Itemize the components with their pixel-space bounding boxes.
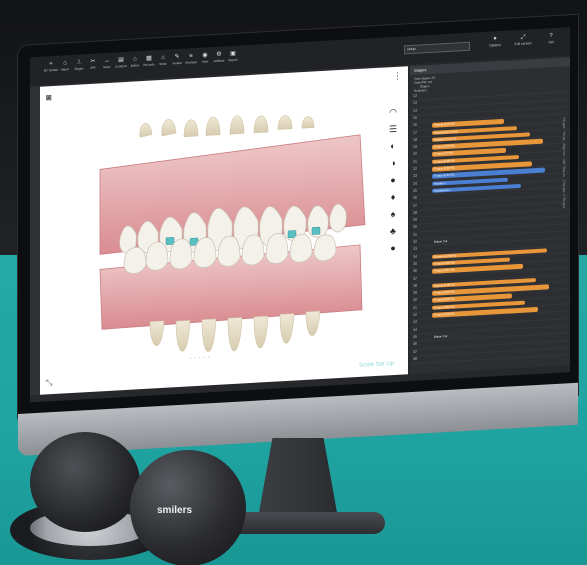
stage-number: 18 [413,137,417,142]
tooth-view-icon[interactable]: ♦ [388,192,398,203]
camera-icon[interactable]: ◙ [46,92,51,102]
stage-number: 41 [413,305,417,310]
stage-number: 15 [413,115,417,120]
arch-view-icon[interactable]: ◠ [388,107,398,118]
front-view-icon[interactable]: ● [388,175,398,186]
stage-number: 16 [413,122,417,128]
left-side-strip [30,86,40,396]
stage-number: 37 [413,276,417,281]
monitor: +3D Toolbar ⌂ Attach ⎍ Stages ✂ IPR ↔ Move ▤ Conta… [18,0,587,456]
left-view-icon[interactable]: ◐ [388,141,398,152]
stage-number: 40 [413,298,417,303]
stage-number: 26 [413,195,417,201]
stage-number: 46 [413,341,417,347]
toolbar-button-report[interactable]: ▣ Report [224,49,242,62]
toolbar-button-label: Options [488,42,502,48]
toolbar-button-aid[interactable]: ? Aid [538,31,564,44]
stage-number: 48 [413,356,417,361]
toolbar-button-label: Records [143,62,155,67]
stage-number: 45 [413,334,417,339]
toolbar-button-label: Artifacts [213,58,225,64]
toolbar-button-label: Move [103,64,111,70]
aligner-case-lid [30,432,140,532]
toolbar-button-options[interactable]: ✦ Options [482,35,508,48]
3d-viewport[interactable]: ◙ ⋮ ◠ ☰ ◐ ◑ ● ♦ ♠ ♣ ● ▪ ▪ ▪ ▪ ▪ ⤡ Smile … [40,66,408,395]
stage-number: 34 [413,254,417,259]
stage-number: 42 [413,312,417,317]
stage-number: 12 [413,93,417,98]
screen: +3D Toolbar ⌂ Attach ⎍ Stages ✂ IPR ↔ Move ▤ Conta… [30,27,570,403]
stage-number: 31 [413,232,417,237]
toolbar-button-label: Smile [159,61,167,67]
stack-view-icon[interactable]: ☰ [388,124,398,135]
stage-number: 22 [413,166,417,171]
toolbar-button-label: Attach [60,67,70,72]
stage-number: 17 [413,130,417,135]
tooth-view-icon[interactable]: ♣ [388,226,398,237]
stage-number: 28 [413,210,417,215]
smile-setup-label: Smile Set Up [358,360,394,369]
stage-number: 19 [413,144,417,150]
toolbar-button-label: Stages [74,66,84,71]
stage-number: 47 [413,349,417,354]
scene: +3D Toolbar ⌂ Attach ⎍ Stages ✂ IPR ↔ Move ▤ Conta… [0,0,587,565]
stage-number: 21 [413,159,417,164]
dental-arch-3d-model[interactable] [80,104,380,371]
stage-number: 13 [413,100,417,106]
stage-number: 20 [413,152,417,157]
toolbar-button-label: Full screen [514,41,532,47]
stage-number: 27 [413,203,417,208]
stage-number: 43 [413,319,417,325]
stage-number: 30 [413,225,417,230]
more-options-icon[interactable]: ⋮ [393,71,402,83]
stage-number: 25 [413,188,417,193]
brand-logo: smilers [157,505,193,516]
toolbar-button-label: IPR [90,65,96,70]
upper-roots [139,115,315,138]
tooth-view-icon[interactable]: ● [388,243,398,254]
stage-number: 29 [413,217,417,223]
toolbar-button-label: View [201,59,209,64]
toolbar-button-label: Report [228,57,238,63]
stage-number: 39 [413,290,417,296]
collapse-icon[interactable]: ⤡ [46,378,52,388]
stages-panel: Stages Total stages: 23 Total IPR: 0.8 S… [410,56,570,375]
toolbar-button-label: Bolton [130,63,140,68]
stage-number: 36 [413,268,417,274]
stage-number: 44 [413,327,417,332]
retainers-column-label: Retainers [414,88,427,93]
stage-number: 14 [413,108,417,113]
stage-number: 38 [413,283,417,288]
toolbar-button-full-screen[interactable]: ⤢ Full screen [510,33,536,47]
stage-number: 35 [413,261,417,266]
stage-number: 23 [413,173,417,179]
view-tools: ◠ ☰ ◐ ◑ ● ♦ ♠ ♣ ● [388,107,402,261]
right-view-icon[interactable]: ◑ [388,158,398,169]
stage-number: 32 [413,239,417,244]
toolbar-button-label: Aid [548,40,554,45]
toolbar-button-label: Toolbar [172,60,182,66]
stage-number: 33 [413,246,417,252]
stage-number: 24 [413,181,417,186]
tooth-view-icon[interactable]: ♠ [388,209,398,220]
